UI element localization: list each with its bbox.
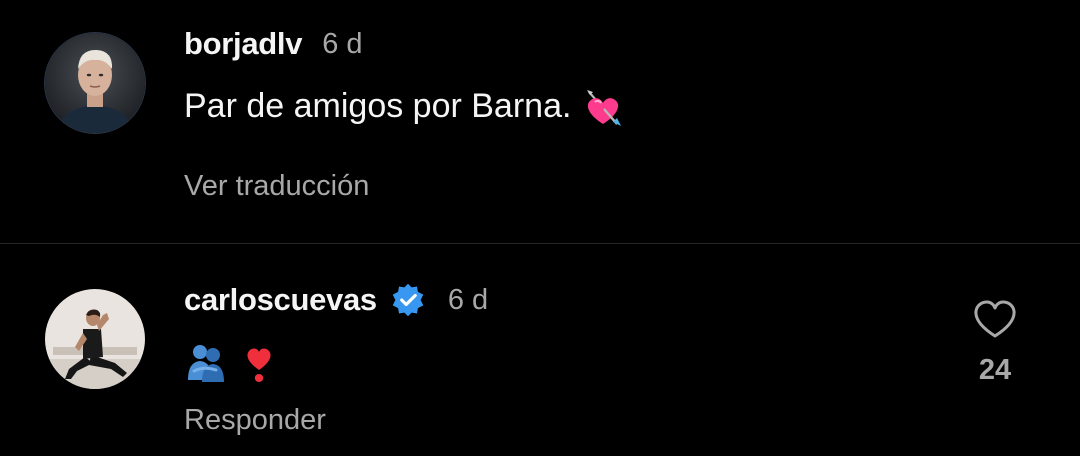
comment-header: carloscuevas 6 d — [184, 281, 488, 319]
people-hugging-icon — [184, 340, 228, 384]
heart-with-arrow-icon — [581, 86, 625, 130]
comment-header: borjadlv 6 d — [184, 25, 363, 63]
comment-item: borjadlv 6 d Par de amigos por Barna. Ve… — [0, 0, 1080, 243]
avatar[interactable] — [45, 289, 145, 389]
heart-exclamation-icon — [237, 340, 281, 384]
verified-badge-icon — [390, 282, 426, 318]
comment-item: carloscuevas 6 d Responder 24 — [0, 244, 1080, 456]
timestamp: 6 d — [322, 27, 363, 60]
comments-list: borjadlv 6 d Par de amigos por Barna. Ve… — [0, 0, 1080, 456]
avatar[interactable] — [45, 33, 145, 133]
like-area: 24 — [960, 298, 1030, 387]
like-count: 24 — [978, 354, 1012, 386]
comment-text-content: Par de amigos por Barna. — [184, 87, 572, 125]
timestamp: 6 d — [447, 283, 489, 316]
comment-text — [184, 338, 281, 384]
heart-outline-icon[interactable] — [972, 298, 1018, 340]
reply-link[interactable]: Responder — [184, 404, 326, 437]
username[interactable]: borjadlv — [184, 26, 302, 62]
comment-text: Par de amigos por Barna. — [184, 84, 625, 128]
see-translation-link[interactable]: Ver traducción — [184, 170, 369, 203]
username[interactable]: carloscuevas — [184, 282, 377, 318]
